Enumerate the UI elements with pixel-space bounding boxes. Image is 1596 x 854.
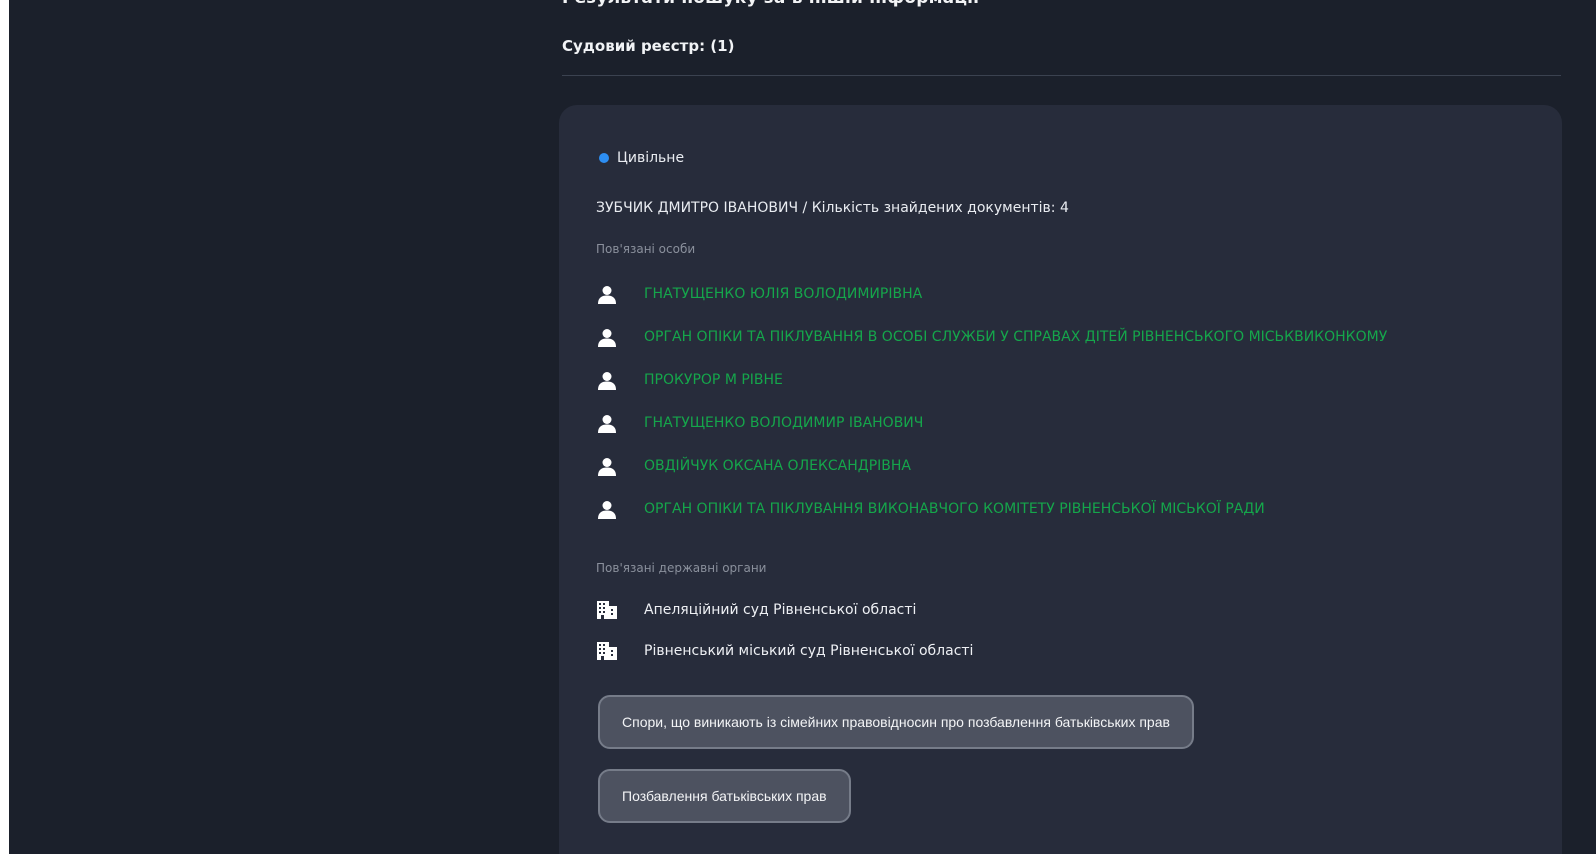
building-icon (597, 642, 617, 660)
person-icon (598, 501, 616, 519)
results-heading: Результати пошуку за в іншій інформації (562, 0, 979, 8)
person-icon (598, 415, 616, 433)
person-name[interactable]: ОВДІЙЧУК ОКСАНА ОЛЕКСАНДРІВНА (644, 452, 911, 481)
person-name[interactable]: ГНАТУЩЕНКО ВОЛОДИМИР ІВАНОВИЧ (644, 409, 923, 438)
case-party-name: ЗУБЧИК ДМИТРО ІВАНОВИЧ (596, 200, 799, 216)
person-item[interactable]: ОРГАН ОПІКИ ТА ПІКЛУВАННЯ ВИКОНАВЧОГО КО… (596, 500, 1496, 524)
person-item[interactable]: ОВДІЙЧУК ОКСАНА ОЛЕКСАНДРІВНА (596, 457, 1496, 481)
case-type-dot (599, 153, 609, 163)
person-name[interactable]: ОРГАН ОПІКИ ТА ПІКЛУВАННЯ ВИКОНАВЧОГО КО… (644, 495, 1265, 524)
case-type-label: Цивільне (617, 150, 685, 166)
person-name[interactable]: ОРГАН ОПІКИ ТА ПІКЛУВАННЯ В ОСОБІ СЛУЖБИ… (644, 323, 1424, 352)
case-separator: / (798, 200, 812, 216)
related-persons-list: ГНАТУЩЕНКО ЮЛІЯ ВОЛОДИМИРІВНА ОРГАН ОПІК… (596, 285, 1496, 543)
window-left-edge (0, 0, 9, 854)
person-item[interactable]: ГНАТУЩЕНКО ВОЛОДИМИР ІВАНОВИЧ (596, 414, 1496, 438)
person-icon (598, 458, 616, 476)
related-bodies-list: Апеляційний суд Рівненської області Рівн… (596, 600, 973, 682)
person-name[interactable]: ГНАТУЩЕНКО ЮЛІЯ ВОЛОДИМИРІВНА (644, 280, 922, 309)
registry-title: Судовий реєстр: (1) (562, 37, 735, 55)
body-name: Апеляційний суд Рівненської області (644, 602, 917, 618)
related-persons-label: Пов'язані особи (596, 242, 696, 256)
body-name: Рівненський міський суд Рівненської обла… (644, 643, 974, 659)
person-icon (598, 372, 616, 390)
divider (562, 75, 1561, 76)
tag-button-family-disputes[interactable]: Спори, що виникають із сімейних правовід… (598, 695, 1194, 749)
body-item: Рівненський міський суд Рівненської обла… (596, 641, 973, 661)
related-bodies-label: Пов'язані державні органи (596, 561, 767, 575)
person-item[interactable]: ГНАТУЩЕНКО ЮЛІЯ ВОЛОДИМИРІВНА (596, 285, 1496, 309)
body-item: Апеляційний суд Рівненської області (596, 600, 973, 620)
person-name[interactable]: ПРОКУРОР М РІВНЕ (644, 366, 783, 395)
case-summary: ЗУБЧИК ДМИТРО ІВАНОВИЧ / Кількість знайд… (596, 200, 1069, 216)
person-item[interactable]: ОРГАН ОПІКИ ТА ПІКЛУВАННЯ В ОСОБІ СЛУЖБИ… (596, 328, 1496, 352)
person-item[interactable]: ПРОКУРОР М РІВНЕ (596, 371, 1496, 395)
tag-button-deprivation-parental-rights[interactable]: Позбавлення батьківських прав (598, 769, 851, 823)
building-icon (597, 601, 617, 619)
person-icon (598, 286, 616, 304)
person-icon (598, 329, 616, 347)
case-card: Цивільне ЗУБЧИК ДМИТРО ІВАНОВИЧ / Кількі… (559, 105, 1562, 854)
case-type: Цивільне (599, 150, 684, 166)
case-docs-count: Кількість знайдених документів: 4 (811, 200, 1069, 216)
